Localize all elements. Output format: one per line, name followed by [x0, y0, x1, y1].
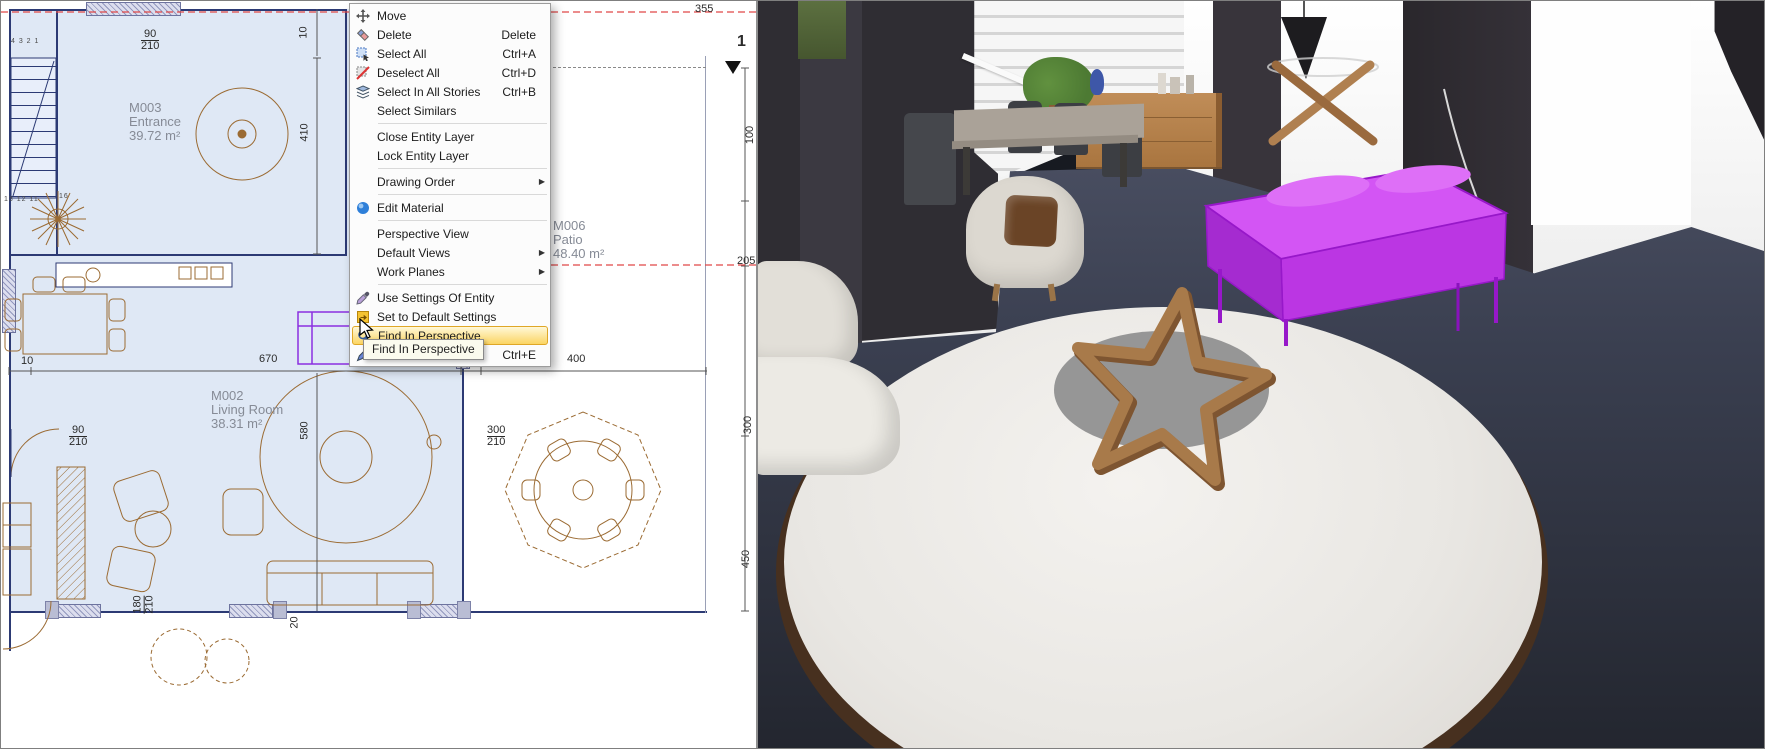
stories-icon — [353, 84, 373, 99]
ruler-label: 100 — [744, 126, 756, 144]
selected-daybed-3d[interactable] — [1206, 161, 1506, 346]
blank-icon — [353, 226, 373, 241]
menu-item-deselect-all[interactable]: Deselect AllCtrl+D — [350, 63, 550, 82]
ruler-label: 450 — [740, 550, 752, 568]
ruler-label: 205 — [737, 255, 755, 267]
menu-shortcut: Ctrl+D — [488, 66, 536, 80]
menu-item-label: Edit Material — [373, 201, 522, 215]
menu-item-label: Deselect All — [373, 66, 488, 80]
room-label-living-room: M002Living Room38.31 m² — [211, 389, 283, 431]
move-icon — [353, 8, 373, 23]
menu-item-label: Use Settings Of Entity — [373, 291, 522, 305]
menu-item-use-settings-of-entity[interactable]: Use Settings Of Entity — [350, 288, 550, 307]
white-armchair — [963, 166, 1088, 298]
dimension-label: 670 — [259, 354, 277, 365]
panel-divider[interactable] — [756, 1, 758, 749]
menu-item-label: Move — [373, 9, 522, 23]
menu-separator — [378, 220, 547, 221]
menu-item-label: Default Views — [373, 246, 522, 260]
stairs — [11, 58, 56, 198]
select-all-icon — [353, 46, 373, 61]
menu-separator — [378, 123, 547, 124]
eyedropper-icon — [353, 290, 373, 305]
menu-item-perspective-view[interactable]: Perspective View — [350, 224, 550, 243]
menu-item-label: Work Planes — [373, 265, 522, 279]
menu-item-edit-material[interactable]: Edit Material — [350, 198, 550, 217]
eraser-icon — [353, 27, 373, 42]
room-label-patio: M006Patio48.40 m² — [553, 219, 604, 261]
menu-item-drawing-order[interactable]: Drawing Order ▶ — [350, 172, 550, 191]
menu-separator — [378, 194, 547, 195]
submenu-arrow-icon: ▶ — [536, 248, 545, 257]
menu-item-delete[interactable]: DeleteDelete — [350, 25, 550, 44]
blank-icon — [353, 174, 373, 189]
blank-icon — [353, 264, 373, 279]
menu-shortcut: Ctrl+B — [488, 85, 536, 99]
context-menu: MoveDeleteDeleteSelect AllCtrl+ADeselect… — [349, 3, 551, 367]
blank-icon — [353, 129, 373, 144]
blank-icon — [353, 245, 373, 260]
perspective-viewport[interactable] — [758, 1, 1765, 749]
menu-shortcut: Delete — [487, 28, 536, 42]
deselect-all-icon — [353, 65, 373, 80]
patio-table — [505, 412, 661, 568]
star-sculpture — [1078, 293, 1269, 484]
dimension-label: 180210 — [133, 595, 156, 613]
mouse-cursor-icon — [358, 318, 378, 340]
tooltip: Find In Perspective — [363, 339, 484, 360]
stair-number-label: 4 3 2 1 — [11, 38, 39, 45]
dimension-label: 20 — [290, 616, 301, 628]
x-stool — [1268, 58, 1378, 141]
menu-item-default-views[interactable]: Default Views ▶ — [350, 243, 550, 262]
menu-item-work-planes[interactable]: Work Planes ▶ — [350, 262, 550, 281]
menu-item-label: Select In All Stories — [373, 85, 488, 99]
menu-item-select-similars[interactable]: Select Similars — [350, 101, 550, 120]
menu-item-move[interactable]: Move — [350, 6, 550, 25]
menu-shortcut: Ctrl+A — [488, 47, 536, 61]
menu-item-close-entity-layer[interactable]: Close Entity Layer — [350, 127, 550, 146]
menu-item-label: Perspective View — [373, 227, 522, 241]
story-marker-icon — [725, 61, 741, 74]
dimension-label: 10 — [299, 26, 310, 38]
menu-separator — [378, 284, 547, 285]
blank-icon — [353, 148, 373, 163]
menu-item-set-to-default-settings[interactable]: Set to Default Settings — [350, 307, 550, 326]
application-window: M003Entrance39.72 m² M006Patio48.40 m² M… — [0, 0, 1765, 749]
furniture — [3, 88, 661, 685]
menu-item-select-all[interactable]: Select AllCtrl+A — [350, 44, 550, 63]
menu-item-label: Select Similars — [373, 104, 522, 118]
dimension-label: 90210 — [69, 425, 87, 448]
ruler-label: 300 — [742, 416, 754, 434]
submenu-arrow-icon: ▶ — [536, 267, 545, 276]
menu-item-label: Close Entity Layer — [373, 130, 522, 144]
menu-item-label: Delete — [373, 28, 487, 42]
dimension-label: 580 — [300, 421, 311, 439]
blank-icon — [353, 103, 373, 118]
stair-number-label: 13 12 11 — [4, 196, 39, 203]
menu-item-lock-entity-layer[interactable]: Lock Entity Layer — [350, 146, 550, 165]
room-label-entrance: M003Entrance39.72 m² — [129, 101, 181, 143]
overlay-objects — [758, 1, 1765, 749]
dimension-label: 400 — [567, 354, 585, 365]
dimension-label: 410 — [300, 123, 311, 141]
dimension-label: 90210 — [141, 29, 159, 52]
submenu-arrow-icon: ▶ — [536, 177, 545, 186]
menu-item-label: Select All — [373, 47, 488, 61]
brown-pillow — [1004, 195, 1059, 248]
stair-number-label: 16 — [59, 193, 69, 200]
menu-separator — [378, 168, 547, 169]
menu-item-label: Drawing Order — [373, 175, 522, 189]
dimension-label: 10 — [21, 356, 33, 367]
material-icon — [353, 200, 373, 215]
menu-shortcut: Ctrl+E — [488, 348, 536, 362]
menu-item-label: Lock Entity Layer — [373, 149, 522, 163]
ruler-label: 1 — [737, 33, 746, 51]
menu-item-select-in-all-stories[interactable]: Select In All StoriesCtrl+B — [350, 82, 550, 101]
menu-item-label: Set to Default Settings — [373, 310, 522, 324]
dimension-label: 300210 — [487, 425, 505, 448]
ruler-label: 355 — [695, 3, 713, 15]
